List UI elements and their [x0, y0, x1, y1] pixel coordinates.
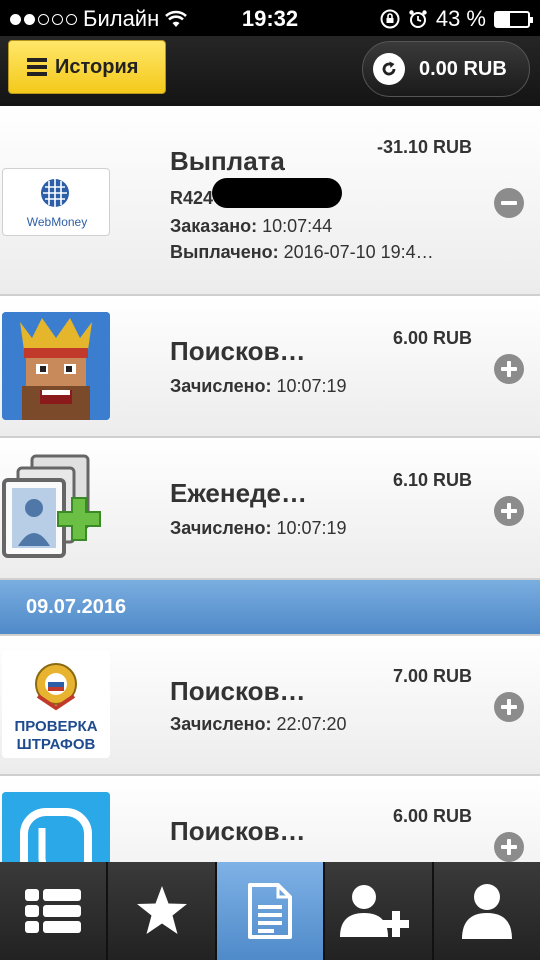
user-icon — [461, 884, 512, 939]
row-amount: -31.10 RUB — [376, 137, 472, 157]
row-title: Поисков… — [170, 336, 306, 366]
star-icon — [136, 886, 187, 934]
tab-invite[interactable] — [325, 862, 434, 960]
credited-label: Зачислено: — [170, 714, 272, 734]
row-title: Поисков… — [170, 816, 306, 846]
status-bar: Билайн 19:32 43 % — [0, 0, 540, 36]
paid-label: Выплачено: — [170, 242, 279, 262]
minus-circle-icon[interactable] — [494, 188, 524, 218]
row-amount: 7.00 RUB — [392, 666, 472, 686]
wallet-prefix: R424 — [170, 188, 214, 208]
row-title: Выплата — [170, 146, 285, 176]
transaction-row[interactable]: Поисков… 6.00 RUB — [0, 776, 540, 862]
wallet-number: R424 — [170, 188, 213, 209]
transaction-list: WebMoney Выплата -31.10 RUB R424 Заказан… — [0, 106, 540, 862]
logo-text-line-2: ШТРАФОВ — [16, 736, 96, 753]
orientation-lock-icon — [380, 9, 400, 29]
bottom-tab-bar — [0, 862, 540, 960]
ordered-label: Заказано: — [170, 216, 258, 236]
credited-time: 22:07:20 — [276, 714, 347, 734]
tab-history[interactable] — [216, 862, 326, 960]
row-amount: 6.10 RUB — [392, 470, 472, 490]
alarm-icon — [409, 10, 427, 28]
add-user-icon — [340, 885, 410, 937]
credited-label: Зачислено: — [170, 518, 272, 538]
add-contact-cards-icon — [2, 450, 110, 558]
row-title: Поисков… — [170, 676, 306, 706]
credited-label: Зачислено: — [170, 376, 272, 396]
tab-list[interactable] — [0, 862, 109, 960]
row-title: Еженеде… — [170, 478, 308, 508]
plus-circle-icon[interactable] — [494, 832, 524, 862]
row-amount: 6.00 RUB — [392, 328, 472, 348]
row-amount: 6.00 RUB — [392, 806, 472, 826]
ordered-line: Заказано: 10:07:44 — [170, 216, 332, 237]
carrier-name: Билайн — [83, 6, 160, 31]
balance-refresh-button[interactable]: 0.00 RUB — [362, 41, 530, 97]
credited-line: Зачислено: 22:07:20 — [170, 714, 347, 735]
history-label: История — [55, 55, 139, 78]
plus-circle-icon[interactable] — [494, 692, 524, 722]
plus-circle-icon[interactable] — [494, 354, 524, 384]
paid-line: Выплачено: 2016-07-10 19:4… — [170, 242, 434, 263]
history-menu-button[interactable]: История — [8, 40, 166, 94]
paid-time: 2016-07-10 19:4… — [283, 242, 434, 262]
signal-icon — [10, 13, 77, 25]
balance-amount: 0.00 RUB — [419, 57, 507, 80]
status-right: 43 % — [380, 6, 533, 32]
credited-line: Зачислено: 10:07:19 — [170, 518, 347, 539]
webmoney-logo: WebMoney — [2, 168, 110, 236]
tab-favorites[interactable] — [108, 862, 217, 960]
header-bar: История 0.00 RUB — [0, 36, 540, 106]
logo-text-line-1: ПРОВЕРКА — [14, 718, 98, 735]
fines-check-logo: ПРОВЕРКА ШТРАФОВ — [2, 650, 110, 758]
date-divider: 09.07.2016 — [0, 580, 540, 636]
transaction-row[interactable]: Поисков… 6.00 RUB Зачислено: 10:07:19 — [0, 296, 540, 438]
status-left: Билайн — [10, 6, 188, 32]
menu-icon — [27, 58, 47, 76]
credited-time: 10:07:19 — [276, 376, 347, 396]
king-game-icon — [2, 312, 110, 420]
phone-app-icon — [2, 792, 110, 862]
transaction-row[interactable]: WebMoney Выплата -31.10 RUB R424 Заказан… — [0, 106, 540, 296]
list-icon — [25, 889, 82, 933]
document-icon — [248, 883, 293, 939]
credited-time: 10:07:19 — [276, 518, 347, 538]
battery-icon — [494, 10, 533, 28]
wifi-icon — [165, 10, 188, 27]
svg-text:WebMoney: WebMoney — [27, 215, 87, 229]
plus-circle-icon[interactable] — [494, 496, 524, 526]
battery-percent: 43 % — [435, 6, 486, 31]
redacted-wallet — [212, 178, 342, 208]
transaction-row[interactable]: ПРОВЕРКА ШТРАФОВ Поисков… 7.00 RUB Зачис… — [0, 636, 540, 776]
refresh-icon — [373, 53, 405, 85]
credited-line: Зачислено: 10:07:19 — [170, 376, 347, 397]
transaction-row[interactable]: Еженеде… 6.10 RUB Зачислено: 10:07:19 — [0, 438, 540, 580]
tab-profile[interactable] — [434, 862, 540, 960]
ordered-time: 10:07:44 — [262, 216, 333, 236]
